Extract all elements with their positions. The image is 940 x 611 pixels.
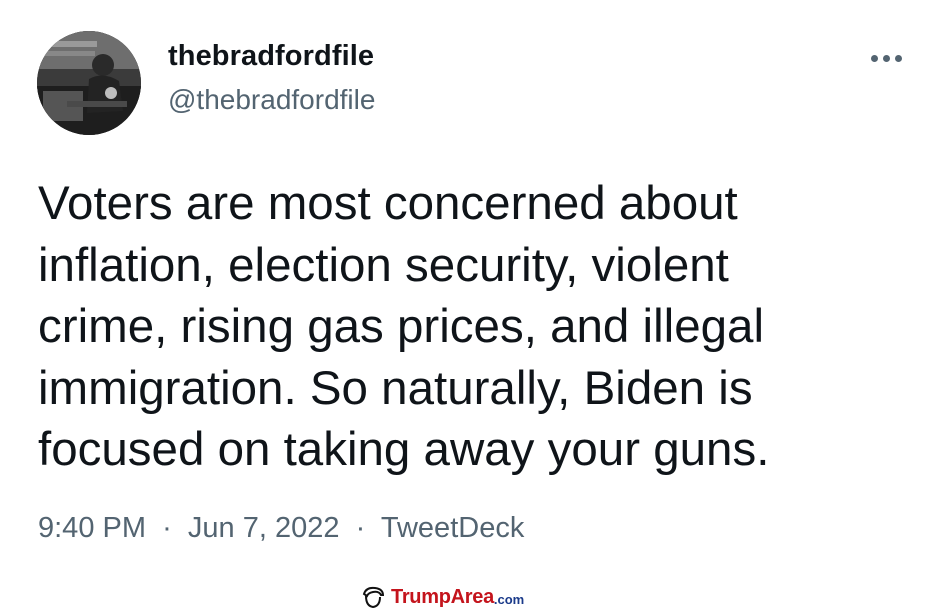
- meta-separator: ·: [154, 512, 180, 544]
- tweet-text-line: inflation, election security, violent: [38, 238, 729, 292]
- watermark: TrumpArea .com: [360, 583, 524, 611]
- avatar[interactable]: [37, 31, 141, 135]
- tweet-text: Voters are most concerned about inflatio…: [38, 173, 898, 481]
- trump-hair-logo-icon: [362, 586, 385, 609]
- watermark-name: TrumpArea: [391, 585, 494, 608]
- watermark-tld: .com: [493, 592, 525, 607]
- author-display-name[interactable]: thebradfordfile: [168, 40, 374, 73]
- more-horizontal-icon: [882, 54, 890, 62]
- tweet-source[interactable]: TweetDeck: [381, 512, 524, 544]
- tweet-card: thebradfordfile @thebradfordfile Voters …: [0, 0, 940, 611]
- tweet-time[interactable]: 9:40 PM: [38, 512, 146, 544]
- tweet-text-line: focused on taking away your guns.: [38, 423, 770, 476]
- meta-separator: ·: [347, 512, 374, 544]
- more-horizontal-icon: [870, 54, 878, 62]
- tweet-text-line: immigration. So naturally, Biden is: [38, 361, 753, 415]
- author-handle[interactable]: @thebradfordfile: [168, 84, 375, 116]
- avatar-photo: [37, 31, 141, 135]
- tweet-date[interactable]: Jun 7, 2022: [188, 512, 340, 544]
- tweet-text-line: Voters are most concerned about: [38, 177, 738, 230]
- more-options-button[interactable]: [862, 44, 910, 72]
- tweet-text-line: crime, rising gas prices, and illegal: [38, 300, 764, 353]
- more-horizontal-icon: [894, 54, 902, 62]
- tweet-metadata: 9:40 PM · Jun 7, 2022 · TweetDeck: [38, 512, 524, 545]
